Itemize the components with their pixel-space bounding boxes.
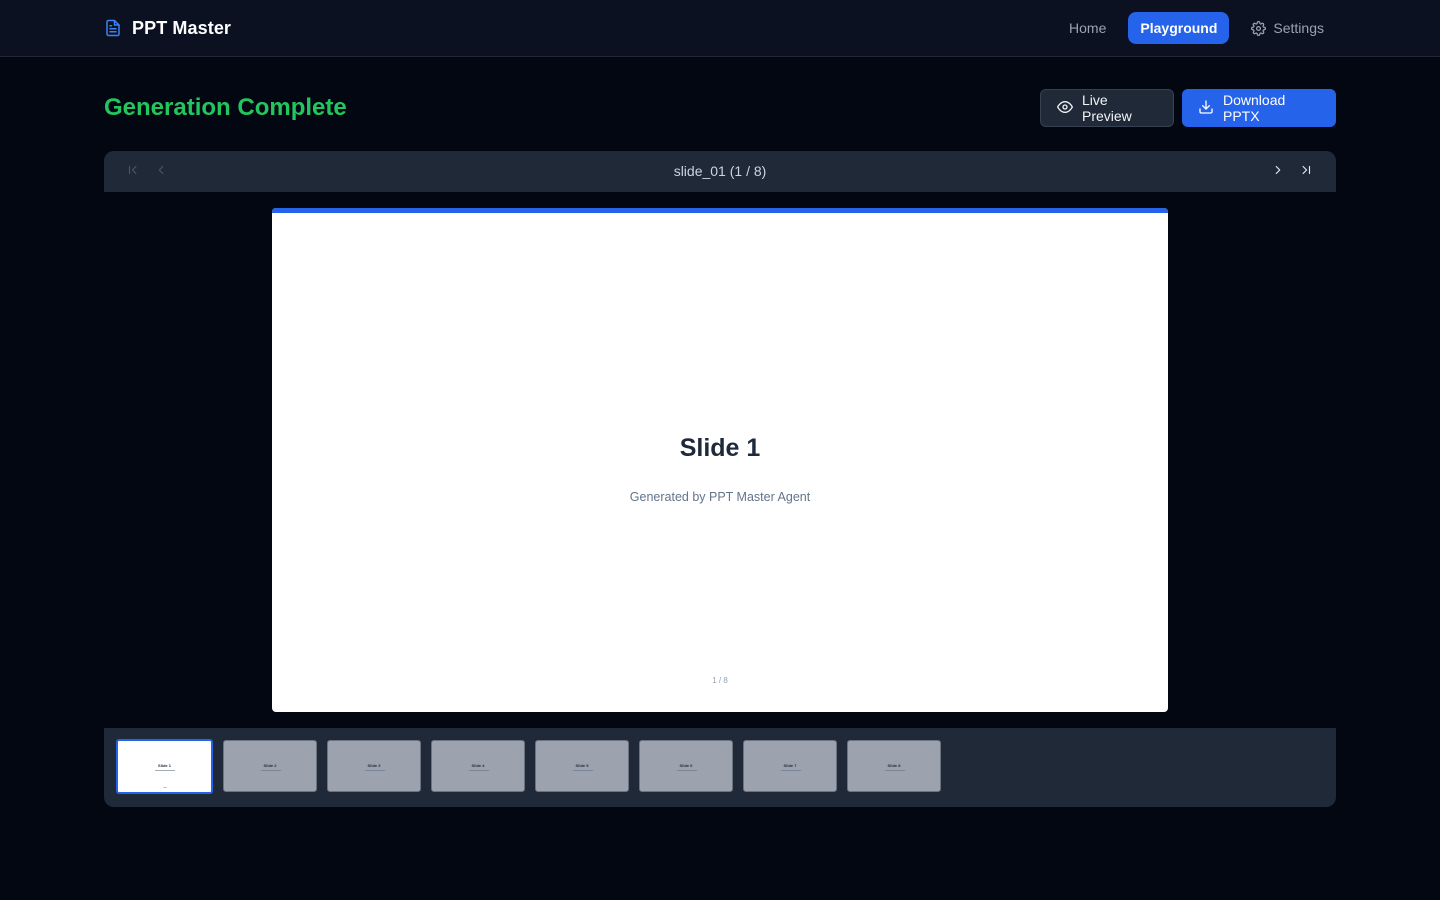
slide-accent-bar [272, 208, 1168, 213]
slide-viewer: slide_01 (1 / 8) Slide 1 Generated by PP… [104, 151, 1336, 807]
thumbnail-title: Slide 3 [367, 763, 381, 768]
slide-stage: Slide 1 Generated by PPT Master Agent 1 … [104, 192, 1336, 728]
slide-thumbnail[interactable]: Slide 1 [116, 739, 213, 794]
thumbnail-page-mark [373, 787, 377, 788]
thumbnail-title: Slide 4 [471, 763, 485, 768]
slide-page-number: 1 / 8 [712, 676, 728, 685]
slide-title: Slide 1 [679, 434, 761, 462]
header-actions: Live Preview Download PPTX [1040, 89, 1336, 127]
chevrons-last-icon [1299, 163, 1313, 182]
eye-icon [1057, 99, 1073, 118]
slide-position-label: slide_01 (1 / 8) [673, 163, 767, 179]
thumbnail-subtitle-line [573, 770, 593, 771]
thumbnail-subtitle-line [885, 770, 905, 771]
main-nav: Home Playground Settings [1057, 12, 1336, 44]
last-slide-button[interactable] [1296, 162, 1316, 182]
nav-home-label: Home [1069, 20, 1107, 36]
slide-canvas: Slide 1 Generated by PPT Master Agent 1 … [272, 208, 1168, 712]
slide-thumbnail[interactable]: Slide 4 [431, 740, 525, 792]
thumbnail-page-mark [163, 787, 167, 788]
thumbnail-title: Slide 6 [679, 763, 693, 768]
thumbnail-title: Slide 8 [887, 763, 901, 768]
thumbnail-subtitle-line [261, 770, 281, 771]
viewer-toolbar: slide_01 (1 / 8) [104, 151, 1336, 192]
thumbnail-title: Slide 7 [783, 763, 797, 768]
nav-playground[interactable]: Playground [1128, 12, 1230, 44]
slide-thumbnail[interactable]: Slide 6 [639, 740, 733, 792]
thumbnail-page-mark [685, 787, 689, 788]
slide-subtitle: Generated by PPT Master Agent [629, 490, 811, 504]
thumbnail-strip: Slide 1 Slide 2 Slide 3 Slide 4 Slide 5 … [116, 739, 941, 794]
thumbnail-subtitle-line [155, 770, 175, 771]
brand[interactable]: PPT Master [104, 16, 231, 40]
page-title: Generation Complete [104, 94, 347, 121]
gear-icon [1251, 20, 1267, 36]
nav-playground-label: Playground [1140, 20, 1218, 36]
chevron-right-icon [1271, 163, 1285, 182]
top-navbar: PPT Master Home Playground Settings [0, 0, 1440, 57]
download-pptx-button[interactable]: Download PPTX [1182, 89, 1336, 127]
thumbnail-page-mark [789, 787, 793, 788]
thumbnail-title: Slide 5 [575, 763, 589, 768]
thumbnail-subtitle-line [365, 770, 385, 771]
thumbnail-page-mark [477, 787, 481, 788]
thumbnail-page-mark [581, 787, 585, 788]
slide-thumbnail[interactable]: Slide 5 [535, 740, 629, 792]
file-text-icon [104, 17, 122, 39]
slide-thumbnail[interactable]: Slide 2 [223, 740, 317, 792]
download-icon [1198, 99, 1214, 118]
app-name: PPT Master [132, 17, 232, 38]
nav-home[interactable]: Home [1057, 12, 1118, 44]
live-preview-label: Live Preview [1082, 92, 1132, 124]
thumbnail-page-mark [893, 787, 897, 788]
thumbnail-subtitle-line [677, 770, 697, 771]
slide-thumbnail[interactable]: Slide 8 [847, 740, 941, 792]
live-preview-button[interactable]: Live Preview [1040, 89, 1174, 127]
thumbnail-page-mark [269, 787, 273, 788]
thumbnail-title: Slide 1 [158, 763, 171, 768]
nav-settings[interactable]: Settings [1239, 12, 1336, 44]
next-slide-button[interactable] [1268, 162, 1288, 182]
thumbnail-title: Slide 2 [263, 763, 277, 768]
slide-thumbnail[interactable]: Slide 3 [327, 740, 421, 792]
download-pptx-label: Download PPTX [1223, 92, 1286, 124]
thumbnail-subtitle-line [469, 770, 489, 771]
thumbnail-subtitle-line [781, 770, 801, 771]
nav-settings-label: Settings [1273, 20, 1324, 36]
slide-thumbnail[interactable]: Slide 7 [743, 740, 837, 792]
